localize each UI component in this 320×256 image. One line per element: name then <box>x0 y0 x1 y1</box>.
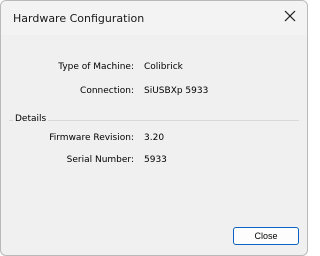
hardware-configuration-dialog: Hardware Configuration Type of Machine: … <box>0 0 308 256</box>
connection-value: SiUSBXp 5933 <box>144 86 209 96</box>
machine-type-label: Type of Machine: <box>58 62 134 72</box>
connection-label: Connection: <box>80 86 134 96</box>
window-title: Hardware Configuration <box>13 12 145 25</box>
machine-type-value: Colibrick <box>144 62 183 72</box>
close-icon[interactable] <box>283 9 297 23</box>
details-group-label: Details <box>13 114 49 124</box>
serial-number-value: 5933 <box>144 155 167 165</box>
title-bar: Hardware Configuration <box>1 1 307 35</box>
firmware-revision-value: 3.20 <box>144 133 165 143</box>
firmware-revision-label: Firmware Revision: <box>49 133 134 143</box>
serial-number-label: Serial Number: <box>66 155 134 165</box>
close-button[interactable]: Close <box>233 227 299 245</box>
details-group <box>9 120 299 179</box>
